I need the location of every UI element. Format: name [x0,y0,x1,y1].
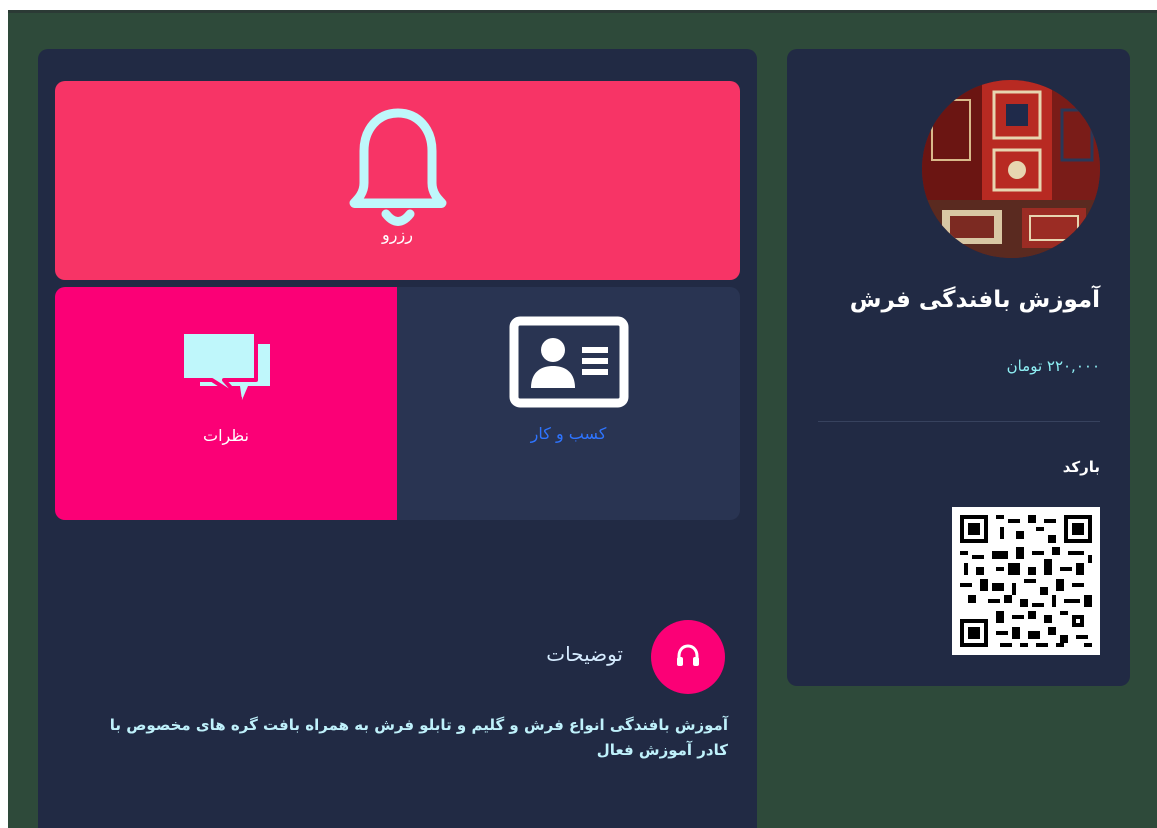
product-price: ۲۲۰,۰۰۰ تومان [1006,357,1100,375]
qr-code [952,507,1100,655]
carpet-image [922,80,1100,258]
product-avatar [922,80,1100,258]
business-tile[interactable]: کسب و کار [397,287,740,520]
barcode-label: بارکد [1062,458,1100,476]
product-card: آموزش بافندگی فرش ۲۲۰,۰۰۰ تومان بارکد [787,49,1130,686]
product-title: آموزش بافندگی فرش [849,287,1100,313]
comments-tile[interactable]: نظرات [55,287,397,520]
main-card: رزرو نظرات کسب و کار توضیحات آموزش بافند… [38,49,757,828]
comments-label: نظرات [203,426,249,445]
description-header: توضیحات [528,620,725,694]
business-label: کسب و کار [530,424,607,443]
divider [818,421,1100,422]
id-card-icon [509,316,628,408]
description-text: آموزش بافندگی انواع فرش و گلیم و تابلو ف… [109,716,728,759]
bell-icon [349,108,446,226]
headset-button[interactable] [651,620,725,694]
qr-code-image [952,507,1100,655]
description-title: توضیحات [546,642,623,666]
headset-icon [677,644,699,666]
reserve-tile[interactable]: رزرو [55,81,740,280]
chat-bubbles-icon [180,330,270,400]
reserve-label: رزرو [382,225,413,244]
